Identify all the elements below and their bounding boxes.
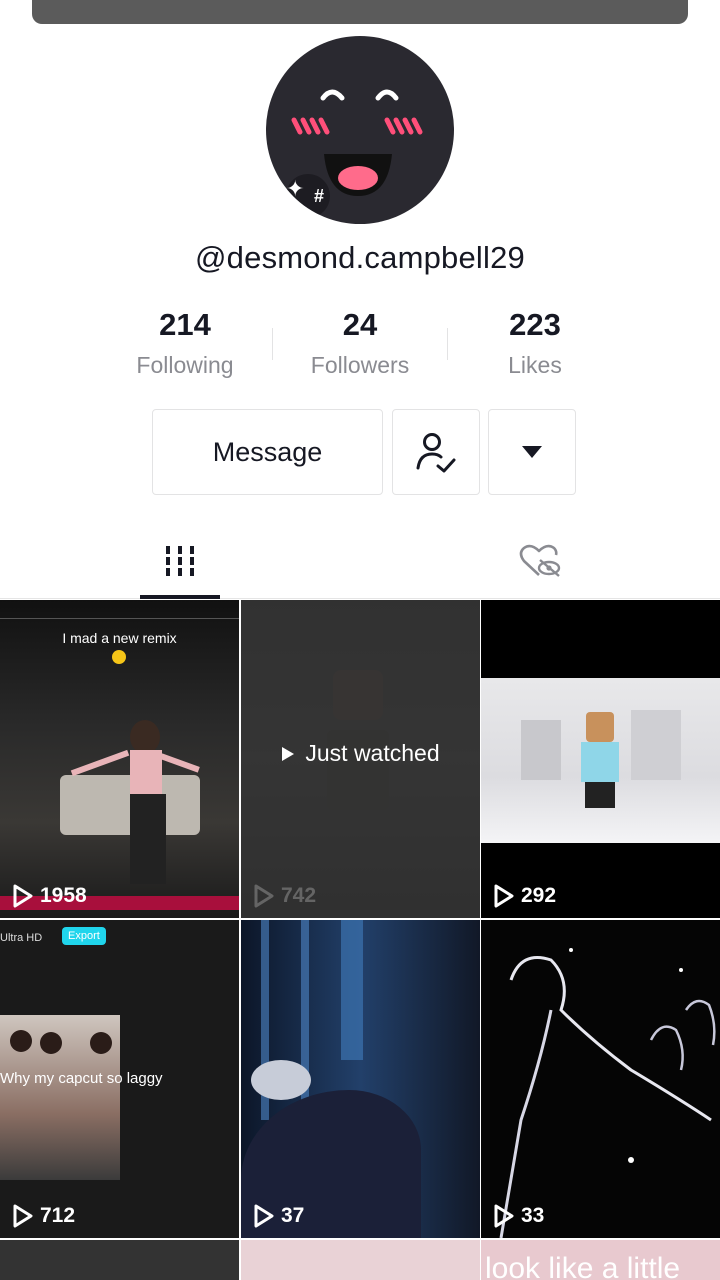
view-count: 742 [253, 884, 316, 908]
avatar-badge: # [314, 186, 325, 206]
grid-icon [166, 546, 194, 576]
play-icon [13, 1204, 33, 1228]
video-thumbnail[interactable]: 292 [481, 600, 720, 918]
view-count: 33 [493, 1204, 544, 1228]
top-handle-bar [32, 0, 688, 24]
stat-label: Followers [310, 352, 410, 378]
stat-label: Likes [508, 352, 562, 378]
tab-liked[interactable] [500, 530, 580, 592]
video-thumbnail[interactable]: I mad a new remix 1958 [0, 600, 239, 918]
video-thumbnail[interactable]: Ultra HD Export Why my capcut so laggy 7… [0, 920, 239, 1238]
video-thumbnail[interactable]: Just watched 742 [241, 600, 480, 918]
just-watched-label: Just watched [305, 740, 440, 766]
video-thumbnail[interactable] [241, 1240, 480, 1280]
video-thumbnail[interactable]: 33 [481, 920, 720, 1238]
view-count-value: 37 [281, 1204, 305, 1227]
video-thumbnail[interactable]: look like a little [481, 1240, 720, 1280]
following-button[interactable] [392, 409, 480, 495]
stat-divider [447, 328, 448, 360]
avatar[interactable]: ✦ # [266, 36, 454, 224]
stat-value: 223 [509, 307, 561, 342]
stat-following[interactable]: 214 Following [100, 306, 270, 379]
video-thumbnail[interactable] [0, 1240, 239, 1280]
stat-value: 214 [159, 307, 211, 342]
play-icon [494, 884, 514, 908]
view-count: 712 [12, 1204, 75, 1228]
avatar-sparkle-icon: ✦ [286, 176, 305, 201]
stat-value: 24 [342, 307, 378, 342]
stat-followers[interactable]: 24 Followers [275, 306, 445, 379]
more-options-button[interactable] [488, 409, 576, 495]
stat-divider [272, 328, 273, 360]
play-icon [494, 1204, 514, 1228]
view-count: 1958 [12, 884, 87, 908]
play-icon [254, 1204, 274, 1228]
tab-active-indicator [140, 595, 220, 599]
view-count-value: 712 [40, 1204, 76, 1227]
video-caption: look like a little [485, 1252, 681, 1280]
video-thumbnail[interactable]: 37 [241, 920, 480, 1238]
tab-videos[interactable] [140, 530, 220, 592]
video-caption: Why my capcut so laggy [0, 1070, 163, 1087]
play-icon [13, 884, 33, 908]
video-caption: I mad a new remix [62, 630, 177, 646]
play-small-icon [282, 746, 295, 761]
liked-hidden-icon [519, 544, 561, 577]
silhouette-artwork [499, 948, 716, 1238]
user-check-icon [416, 433, 456, 473]
stat-likes[interactable]: 223 Likes [450, 306, 620, 379]
view-count: 37 [253, 1204, 304, 1228]
message-button[interactable]: Message [152, 409, 383, 495]
video-grid: I mad a new remix 1958 Just watched 742 [0, 600, 720, 1280]
caret-down-icon [522, 446, 542, 458]
quality-label: Ultra HD [0, 932, 43, 944]
tabs-divider [0, 598, 720, 599]
view-count-value: 1958 [40, 884, 87, 907]
emoji-icon [112, 650, 126, 664]
play-icon [254, 884, 274, 908]
view-count-value: 292 [521, 884, 557, 907]
stat-label: Following [136, 352, 234, 378]
view-count-value: 742 [281, 884, 317, 907]
view-count: 292 [493, 884, 556, 908]
view-count-value: 33 [521, 1204, 545, 1227]
profile-handle: @desmond.campbell29 [195, 240, 525, 275]
profile-tabs [0, 530, 720, 600]
export-badge: Export [62, 927, 106, 945]
